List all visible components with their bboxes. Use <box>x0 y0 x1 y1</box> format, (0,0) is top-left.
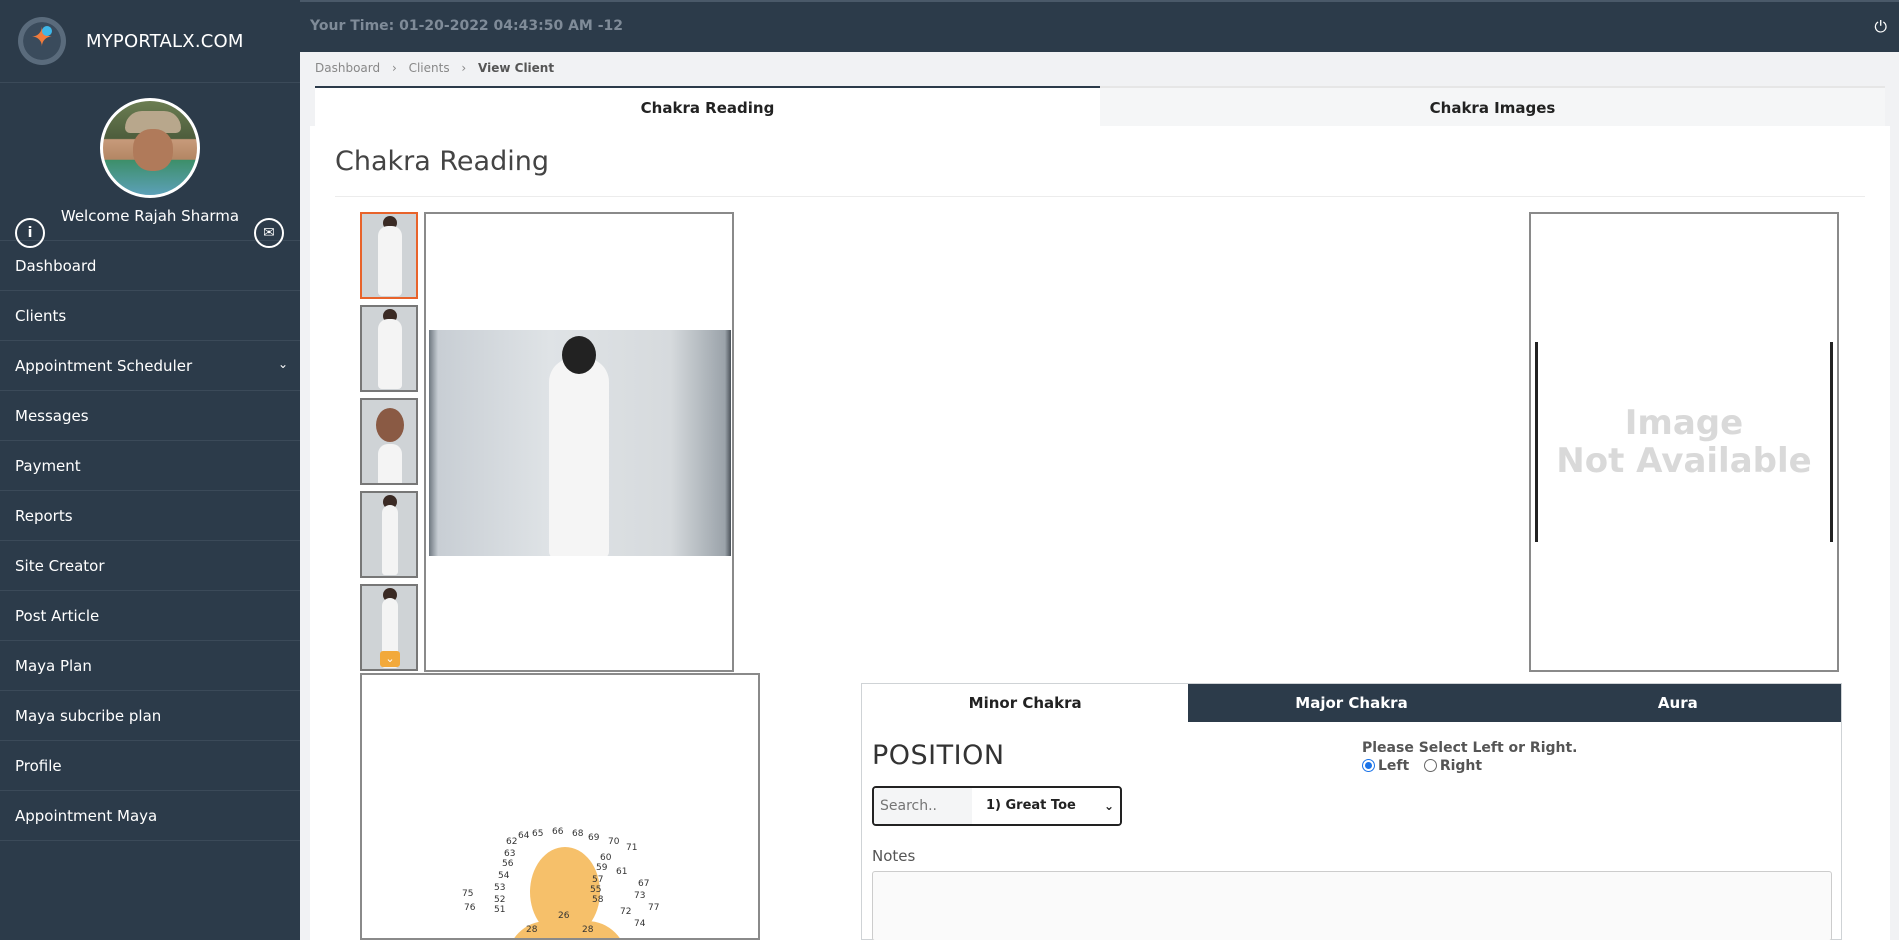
avatar[interactable] <box>100 98 200 198</box>
tab-minor-chakra[interactable]: Minor Chakra <box>862 684 1189 722</box>
breadcrumb-separator-icon: › <box>391 61 397 75</box>
chakra-number: 72 <box>620 907 632 917</box>
sidebar-item-appointment-maya[interactable]: Appointment Maya <box>0 791 300 841</box>
chakra-position-chart: 62 64 65 66 68 69 70 71 63 60 56 59 61 5… <box>360 673 760 940</box>
image-placeholder: Image Not Available <box>1535 342 1833 542</box>
comparison-image-box: Image Not Available <box>1529 212 1839 672</box>
notes-textarea[interactable] <box>872 871 1832 940</box>
chakra-number: 63 <box>504 849 516 859</box>
breadcrumb-current: View Client <box>478 61 555 75</box>
chakra-number: 65 <box>532 829 544 839</box>
chakra-number: 67 <box>638 879 650 889</box>
thumbnail-face[interactable] <box>360 398 418 485</box>
image-unavailable-line2: Not Available <box>1556 441 1812 481</box>
user-time: Your Time: 01-20-2022 04:43:50 AM -12 <box>310 18 623 34</box>
chevron-down-icon: ⌄ <box>1103 799 1114 813</box>
scroll-down-icon[interactable]: ⌄ <box>380 651 400 667</box>
profile-card: i ✉ Welcome Rajah Sharma <box>0 83 300 248</box>
radio-left[interactable] <box>1362 759 1375 772</box>
thumbnail-front[interactable] <box>360 305 418 392</box>
sidebar-item-post-article[interactable]: Post Article <box>0 591 300 641</box>
image-unavailable-line1: Image <box>1624 403 1744 443</box>
chakra-number: 71 <box>626 843 638 853</box>
tab-aura[interactable]: Aura <box>1514 684 1841 722</box>
chakra-number: 64 <box>518 831 530 841</box>
sidebar-item-reports[interactable]: Reports <box>0 491 300 541</box>
sidebar-item-maya-plan[interactable]: Maya Plan <box>0 641 300 691</box>
chakra-shoulders-shape <box>507 921 627 938</box>
brand-name: MYPORTALX.COM <box>86 30 244 52</box>
main-photo-viewer <box>424 212 734 672</box>
chakra-number: 60 <box>600 853 612 863</box>
breadcrumb: Dashboard › Clients › View Client <box>315 61 562 75</box>
chakra-number: 66 <box>552 827 564 837</box>
chakra-number: 58 <box>592 895 604 905</box>
chakra-number: 55 <box>590 885 602 895</box>
topbar: Your Time: 01-20-2022 04:43:50 AM -12 ⏻ <box>300 0 1899 52</box>
chakra-subtabs: Minor Chakra Major Chakra Aura <box>862 684 1841 722</box>
client-photo <box>429 330 731 556</box>
sidebar-item-site-creator[interactable]: Site Creator <box>0 541 300 591</box>
chakra-number: 26 <box>558 911 570 921</box>
tab-chakra-images[interactable]: Chakra Images <box>1100 86 1885 126</box>
chakra-number: 56 <box>502 859 514 869</box>
brand[interactable]: ✦ MYPORTALX.COM <box>0 0 300 83</box>
sidebar: ✦ MYPORTALX.COM i ✉ Welcome Rajah Sharma… <box>0 0 300 940</box>
breadcrumb-separator-icon: › <box>461 61 467 75</box>
thumbnail-side-left[interactable] <box>360 491 418 578</box>
chakra-number: 70 <box>608 837 620 847</box>
chakra-number: 57 <box>592 875 604 885</box>
chakra-number: 69 <box>588 833 600 843</box>
breadcrumb-dashboard[interactable]: Dashboard <box>315 61 380 75</box>
position-select: 1) Great Toe ⌄ <box>872 786 1122 826</box>
chakra-number: 59 <box>596 863 608 873</box>
sidebar-item-clients[interactable]: Clients <box>0 291 300 341</box>
position-dropdown[interactable]: 1) Great Toe ⌄ <box>972 788 1120 824</box>
thumbnail-side-right[interactable]: ⌄ <box>360 584 418 671</box>
position-selected-value: 1) Great Toe <box>986 798 1076 813</box>
divider <box>335 196 1865 197</box>
welcome-text: Welcome Rajah Sharma <box>60 207 240 225</box>
brand-logo-icon: ✦ <box>18 17 66 65</box>
notes-label: Notes <box>872 847 916 865</box>
sidebar-item-appointment-scheduler[interactable]: Appointment Scheduler ⌄ <box>0 341 300 391</box>
chakra-number: 61 <box>616 867 628 877</box>
sidebar-item-maya-subscribe-plan[interactable]: Maya subcribe plan <box>0 691 300 741</box>
breadcrumb-clients[interactable]: Clients <box>409 61 450 75</box>
chakra-number: 76 <box>464 903 476 913</box>
power-icon[interactable]: ⏻ <box>1874 17 1887 37</box>
chakra-number: 74 <box>634 919 646 929</box>
main-tabs: Chakra Reading Chakra Images <box>315 86 1885 126</box>
chakra-number: 77 <box>648 903 660 913</box>
sidebar-item-profile[interactable]: Profile <box>0 741 300 791</box>
sidebar-item-label: Appointment Scheduler <box>15 356 193 375</box>
side-selector-label: Please Select Left or Right. <box>1362 740 1578 756</box>
chakra-number: 51 <box>494 905 506 915</box>
page-title: Chakra Reading <box>335 146 549 177</box>
tab-major-chakra[interactable]: Major Chakra <box>1188 684 1515 722</box>
chakra-number: 53 <box>494 883 506 893</box>
sidebar-item-payment[interactable]: Payment <box>0 441 300 491</box>
chakra-number: 54 <box>498 871 510 881</box>
position-search-input[interactable] <box>874 788 972 824</box>
chakra-number: 52 <box>494 895 506 905</box>
chevron-down-icon: ⌄ <box>277 357 288 371</box>
sidebar-item-dashboard[interactable]: Dashboard <box>0 241 300 291</box>
chakra-number: 28 <box>526 925 538 935</box>
chakra-number: 62 <box>506 837 518 847</box>
thumbnail-back[interactable] <box>360 212 418 299</box>
chakra-number: 68 <box>572 829 584 839</box>
radio-right-label: Right <box>1439 758 1483 774</box>
sidebar-item-messages[interactable]: Messages <box>0 391 300 441</box>
tab-chakra-reading[interactable]: Chakra Reading <box>315 86 1100 126</box>
chakra-number: 28 <box>582 925 594 935</box>
side-selector: Please Select Left or Right. Left Right <box>1362 740 1578 774</box>
sidebar-nav: Dashboard Clients Appointment Scheduler … <box>0 241 300 841</box>
radio-left-label: Left <box>1378 758 1410 774</box>
chakra-detail-panel: Minor Chakra Major Chakra Aura POSITION … <box>861 683 1842 940</box>
chakra-number: 75 <box>462 889 474 899</box>
chakra-number: 73 <box>634 891 646 901</box>
radio-right[interactable] <box>1423 759 1437 772</box>
position-heading: POSITION <box>872 740 1005 771</box>
